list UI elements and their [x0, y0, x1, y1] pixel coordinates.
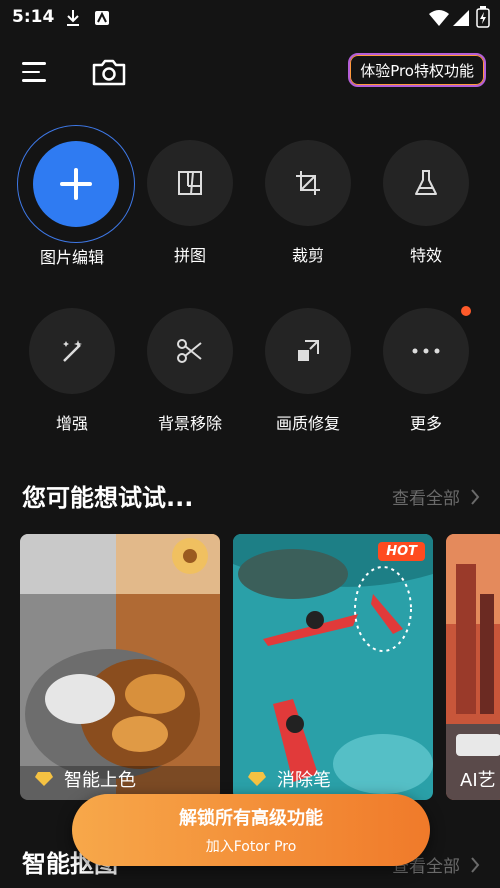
crop-icon: [296, 171, 320, 195]
more-icon: [412, 348, 440, 354]
scissors-icon: [177, 339, 202, 363]
status-time: 5:14: [12, 7, 55, 27]
unlock-title: 解锁所有高级功能: [179, 808, 323, 829]
download-icon: [67, 10, 79, 26]
flask-icon: [415, 170, 437, 195]
collage-icon: [178, 171, 202, 195]
plus-icon: [60, 168, 92, 200]
tool-label: 拼图: [173, 246, 206, 265]
menu-icon[interactable]: [22, 62, 46, 84]
tool-label: 背景移除: [157, 414, 222, 433]
hot-badge: HOT: [378, 542, 425, 561]
tool-label: 特效: [409, 246, 442, 265]
tool-photo-edit[interactable]: 图片编辑: [17, 125, 135, 268]
tool-effects[interactable]: 特效: [371, 140, 481, 266]
signal-icon: [453, 10, 469, 26]
status-bar: 5:14: [0, 0, 500, 36]
camera-icon[interactable]: [92, 58, 126, 86]
unlock-subtitle: 加入Fotor Pro: [205, 839, 297, 855]
see-all-suggest[interactable]: 查看全部: [392, 484, 480, 509]
tool-quality-repair[interactable]: 画质修复: [253, 308, 363, 434]
pro-trial-button[interactable]: 体验Pro特权功能: [348, 53, 486, 87]
notification-dot: [461, 306, 471, 316]
tool-remove-bg[interactable]: 背景移除: [135, 308, 245, 434]
eraser-sample-image: [233, 534, 433, 800]
magic-wand-icon: [63, 340, 82, 362]
card-label: AI艺: [460, 770, 496, 791]
feature-card-eraser[interactable]: HOT 消除笔: [233, 534, 433, 800]
chevron-right-icon: [471, 856, 480, 873]
colorize-sample-image: [20, 534, 220, 800]
tool-label: 裁剪: [291, 246, 324, 265]
tool-crop[interactable]: 裁剪: [253, 140, 363, 266]
unlock-pro-button[interactable]: 解锁所有高级功能 加入Fotor Pro: [72, 794, 430, 866]
ai-art-sample-image: [446, 534, 500, 800]
wifi-icon: [429, 10, 449, 26]
tool-primary-ring: [17, 125, 135, 243]
upscale-icon: [298, 340, 319, 361]
tool-enhance[interactable]: 增强: [17, 308, 127, 434]
see-all-label: 查看全部: [392, 489, 460, 509]
tool-more[interactable]: 更多: [371, 308, 481, 434]
app-notification-icon: [95, 11, 109, 25]
section-title-suggest: 您可能想试试...: [22, 484, 194, 512]
tool-label: 更多: [409, 414, 442, 433]
feature-card-colorize[interactable]: 智能上色: [20, 534, 220, 800]
feature-card-ai-art[interactable]: AI艺: [446, 534, 500, 800]
tool-label: 增强: [55, 414, 88, 433]
diamond-icon: [248, 772, 266, 786]
chevron-right-icon: [471, 488, 480, 505]
top-bar: 体验Pro特权功能: [0, 48, 500, 98]
card-label: 智能上色: [64, 770, 136, 791]
tool-label: 画质修复: [275, 414, 340, 433]
battery-icon: [476, 6, 490, 28]
tool-collage[interactable]: 拼图: [135, 140, 245, 266]
tool-label: 图片编辑: [39, 248, 104, 267]
diamond-icon: [35, 772, 53, 786]
card-label: 消除笔: [277, 770, 331, 791]
